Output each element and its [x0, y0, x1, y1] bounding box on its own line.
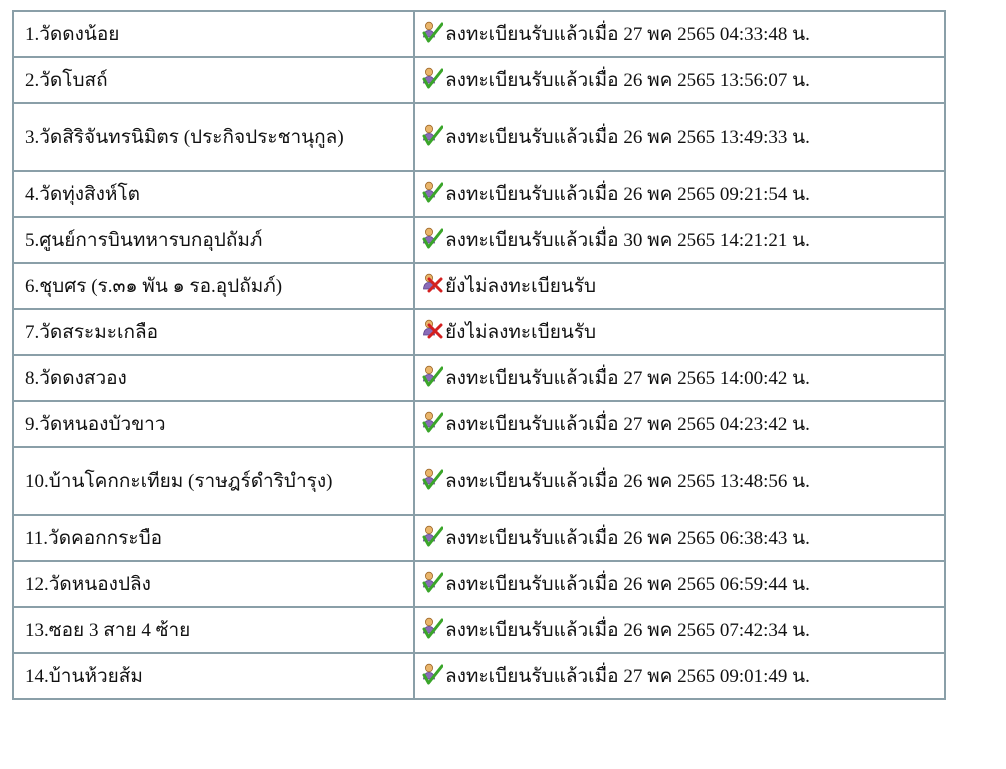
status-text: ยังไม่ลงทะเบียนรับ: [445, 322, 597, 343]
school-name: 4.วัดทุ่งสิงห์โต: [12, 170, 415, 218]
user-check-icon: [421, 468, 444, 490]
table-row: 10.บ้านโคกกะเทียม (ราษฎร์ดำริบำรุง) ลงทะ…: [12, 446, 946, 516]
user-check-icon: [421, 227, 444, 249]
school-name: 5.ศูนย์การบินทหารบกอุปถัมภ์: [12, 216, 415, 264]
status-text: ยังไม่ลงทะเบียนรับ: [445, 276, 597, 297]
table-row: 14.บ้านห้วยส้ม ลงทะเบียนรับแล้วเมื่อ 27 …: [12, 652, 946, 700]
status-cell: ลงทะเบียนรับแล้วเมื่อ 27 พค 2565 09:01:4…: [413, 652, 946, 700]
school-name: 10.บ้านโคกกะเทียม (ราษฎร์ดำริบำรุง): [12, 446, 415, 516]
status-text: ลงทะเบียนรับแล้วเมื่อ 26 พค 2565 13:56:0…: [445, 70, 810, 91]
table-row: 8.วัดดงสวอง ลงทะเบียนรับแล้วเมื่อ 27 พค …: [12, 354, 946, 402]
status-text: ลงทะเบียนรับแล้วเมื่อ 27 พค 2565 09:01:4…: [445, 666, 810, 687]
table-row: 2.วัดโบสถ์ ลงทะเบียนรับแล้วเมื่อ 26 พค 2…: [12, 56, 946, 104]
user-check-icon: [421, 571, 444, 593]
school-name: 12.วัดหนองปลิง: [12, 560, 415, 608]
status-cell: ยังไม่ลงทะเบียนรับ: [413, 262, 946, 310]
table-row: 11.วัดคอกกระบือ ลงทะเบียนรับแล้วเมื่อ 26…: [12, 514, 946, 562]
user-check-icon: [421, 411, 444, 433]
status-cell: ลงทะเบียนรับแล้วเมื่อ 26 พค 2565 06:38:4…: [413, 514, 946, 562]
table-row: 4.วัดทุ่งสิงห์โต ลงทะเบียนรับแล้วเมื่อ 2…: [12, 170, 946, 218]
table-row: 1.วัดดงน้อย ลงทะเบียนรับแล้วเมื่อ 27 พค …: [12, 10, 946, 58]
status-text: ลงทะเบียนรับแล้วเมื่อ 26 พค 2565 13:49:3…: [445, 127, 810, 148]
status-cell: ลงทะเบียนรับแล้วเมื่อ 26 พค 2565 13:49:3…: [413, 102, 946, 172]
user-check-icon: [421, 365, 444, 387]
user-check-icon: [421, 663, 444, 685]
status-cell: ลงทะเบียนรับแล้วเมื่อ 30 พค 2565 14:21:2…: [413, 216, 946, 264]
school-name: 3.วัดสิริจันทรนิมิตร (ประกิจประชานุกูล): [12, 102, 415, 172]
status-cell: ลงทะเบียนรับแล้วเมื่อ 26 พค 2565 06:59:4…: [413, 560, 946, 608]
school-name: 2.วัดโบสถ์: [12, 56, 415, 104]
school-name: 6.ชุบศร (ร.๓๑ พัน ๑ รอ.อุปถัมภ์): [12, 262, 415, 310]
status-text: ลงทะเบียนรับแล้วเมื่อ 26 พค 2565 13:48:5…: [445, 471, 810, 492]
table-row: 7.วัดสระมะเกลือ ยังไม่ลงทะเบียนรับ: [12, 308, 946, 356]
status-cell: ลงทะเบียนรับแล้วเมื่อ 26 พค 2565 09:21:5…: [413, 170, 946, 218]
status-text: ลงทะเบียนรับแล้วเมื่อ 26 พค 2565 07:42:3…: [445, 620, 810, 641]
school-name: 9.วัดหนองบัวขาว: [12, 400, 415, 448]
school-name: 11.วัดคอกกระบือ: [12, 514, 415, 562]
status-cell: ลงทะเบียนรับแล้วเมื่อ 27 พค 2565 04:23:4…: [413, 400, 946, 448]
school-name: 13.ซอย 3 สาย 4 ซ้าย: [12, 606, 415, 654]
status-cell: ลงทะเบียนรับแล้วเมื่อ 26 พค 2565 13:56:0…: [413, 56, 946, 104]
status-text: ลงทะเบียนรับแล้วเมื่อ 26 พค 2565 09:21:5…: [445, 184, 810, 205]
school-name: 1.วัดดงน้อย: [12, 10, 415, 58]
status-text: ลงทะเบียนรับแล้วเมื่อ 26 พค 2565 06:59:4…: [445, 574, 810, 595]
user-cross-icon: [421, 319, 443, 341]
user-cross-icon: [421, 273, 443, 295]
school-name: 7.วัดสระมะเกลือ: [12, 308, 415, 356]
status-text: ลงทะเบียนรับแล้วเมื่อ 27 พค 2565 04:33:4…: [445, 24, 810, 45]
school-name: 14.บ้านห้วยส้ม: [12, 652, 415, 700]
user-check-icon: [421, 67, 444, 89]
user-check-icon: [421, 181, 444, 203]
registration-table: 1.วัดดงน้อย ลงทะเบียนรับแล้วเมื่อ 27 พค …: [12, 10, 946, 700]
table-row: 12.วัดหนองปลิง ลงทะเบียนรับแล้วเมื่อ 26 …: [12, 560, 946, 608]
table-row: 9.วัดหนองบัวขาว ลงทะเบียนรับแล้วเมื่อ 27…: [12, 400, 946, 448]
user-check-icon: [421, 525, 444, 547]
status-cell: ลงทะเบียนรับแล้วเมื่อ 26 พค 2565 13:48:5…: [413, 446, 946, 516]
status-cell: ลงทะเบียนรับแล้วเมื่อ 27 พค 2565 04:33:4…: [413, 10, 946, 58]
status-text: ลงทะเบียนรับแล้วเมื่อ 26 พค 2565 06:38:4…: [445, 528, 810, 549]
status-cell: ยังไม่ลงทะเบียนรับ: [413, 308, 946, 356]
registration-table-body: 1.วัดดงน้อย ลงทะเบียนรับแล้วเมื่อ 27 พค …: [12, 10, 946, 700]
user-check-icon: [421, 21, 444, 43]
table-row: 6.ชุบศร (ร.๓๑ พัน ๑ รอ.อุปถัมภ์) ยังไม่ล…: [12, 262, 946, 310]
status-cell: ลงทะเบียนรับแล้วเมื่อ 27 พค 2565 14:00:4…: [413, 354, 946, 402]
school-name: 8.วัดดงสวอง: [12, 354, 415, 402]
user-check-icon: [421, 617, 444, 639]
status-text: ลงทะเบียนรับแล้วเมื่อ 30 พค 2565 14:21:2…: [445, 230, 810, 251]
table-row: 13.ซอย 3 สาย 4 ซ้าย ลงทะเบียนรับแล้วเมื่…: [12, 606, 946, 654]
table-row: 3.วัดสิริจันทรนิมิตร (ประกิจประชานุกูล) …: [12, 102, 946, 172]
status-text: ลงทะเบียนรับแล้วเมื่อ 27 พค 2565 04:23:4…: [445, 414, 810, 435]
status-cell: ลงทะเบียนรับแล้วเมื่อ 26 พค 2565 07:42:3…: [413, 606, 946, 654]
status-text: ลงทะเบียนรับแล้วเมื่อ 27 พค 2565 14:00:4…: [445, 368, 810, 389]
table-row: 5.ศูนย์การบินทหารบกอุปถัมภ์ ลงทะเบียนรับ…: [12, 216, 946, 264]
user-check-icon: [421, 124, 444, 146]
